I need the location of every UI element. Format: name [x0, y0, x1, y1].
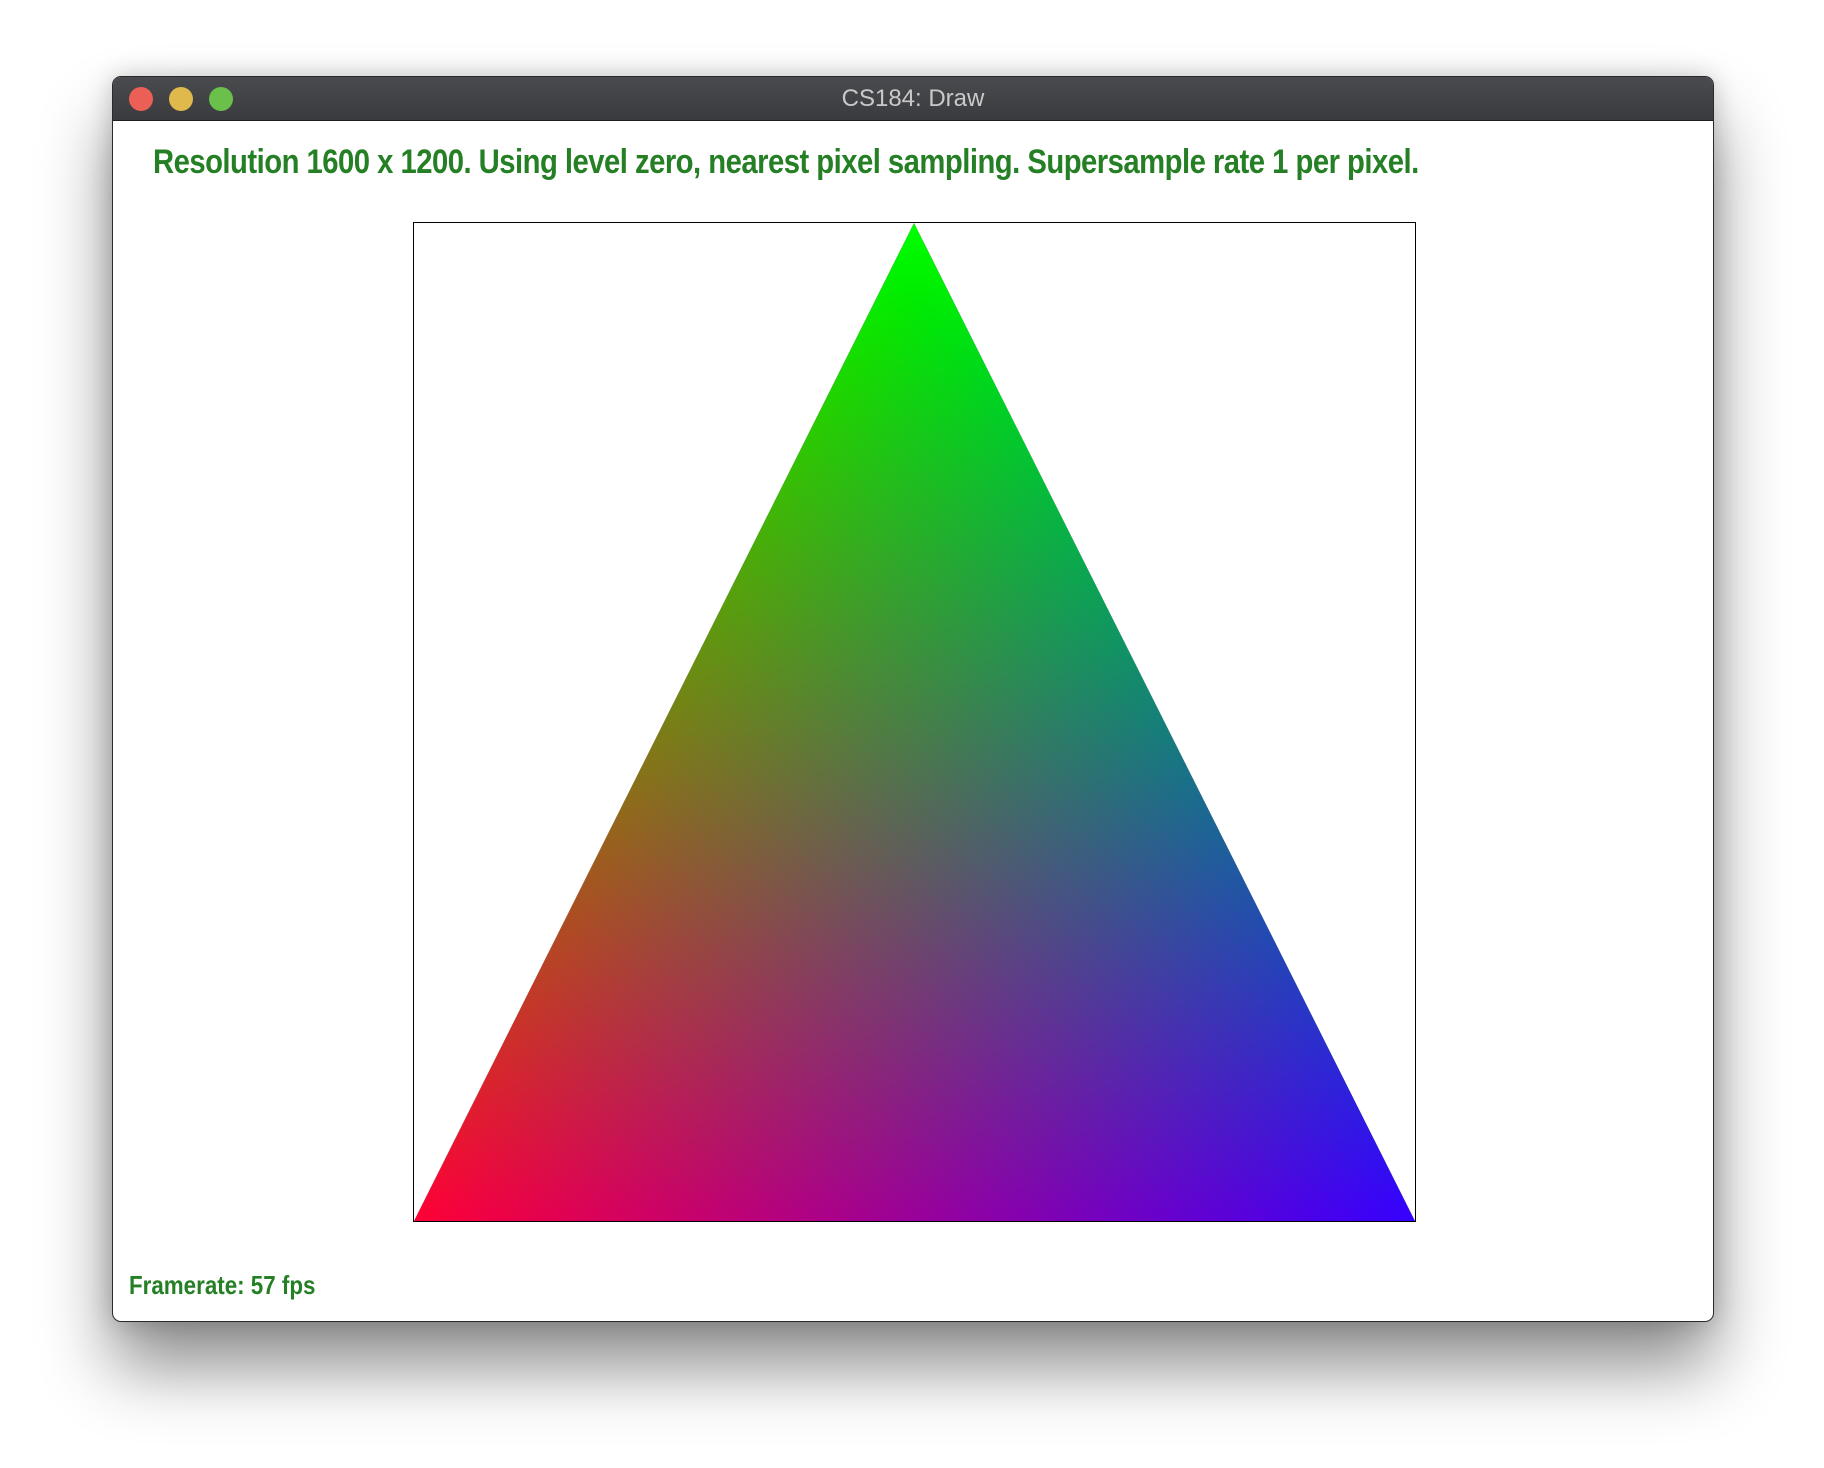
color-interpolated-triangle — [414, 223, 1415, 1221]
framerate-label: Framerate: 57 fps — [129, 1270, 316, 1300]
app-window: CS184: Draw Resolution 1600 x 1200. Usin… — [112, 76, 1714, 1322]
render-viewport[interactable] — [413, 222, 1416, 1222]
rasterized-triangle-canvas — [414, 223, 1415, 1221]
title-bar[interactable]: CS184: Draw — [113, 77, 1713, 121]
window-title: CS184: Draw — [841, 85, 985, 112]
render-status-text: Resolution 1600 x 1200. Using level zero… — [153, 143, 1419, 181]
